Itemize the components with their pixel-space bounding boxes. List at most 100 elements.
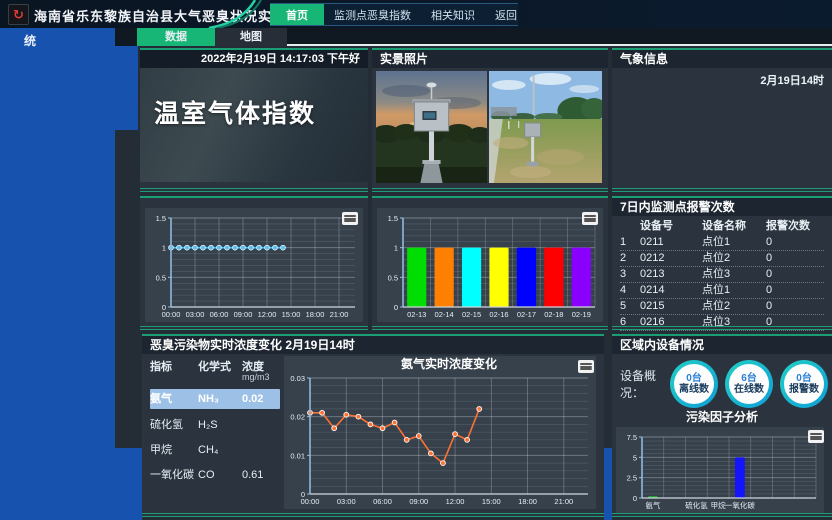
device-name: 点位2 bbox=[702, 251, 766, 266]
row-index: 4 bbox=[620, 283, 640, 298]
datetime-display: 2022年2月19日 14:17:03 下午好 bbox=[140, 50, 368, 68]
svg-text:氨气: 氨气 bbox=[645, 500, 660, 510]
indicator-formula: NH₃ bbox=[198, 389, 242, 409]
nav-item-back[interactable]: 返回 bbox=[485, 4, 527, 25]
table-row[interactable]: 1 0211 点位1 0 bbox=[620, 235, 824, 251]
alarm-table: 设备号 设备名称 报警次数 1 0211 点位1 0 2 0212 点位2 0 … bbox=[612, 216, 832, 331]
device-id: 0212 bbox=[640, 251, 702, 266]
svg-text:硫化氢: 硫化氢 bbox=[685, 500, 708, 510]
chart-toolbox-icon[interactable] bbox=[582, 212, 598, 225]
svg-text:15:00: 15:00 bbox=[282, 310, 301, 319]
chart-toolbox-icon[interactable] bbox=[578, 360, 594, 373]
col-index bbox=[620, 218, 640, 235]
svg-text:03:00: 03:00 bbox=[186, 310, 205, 319]
device-name: 点位3 bbox=[702, 315, 766, 330]
alarm-count: 0 bbox=[766, 267, 824, 282]
nav-item-home[interactable]: 首页 bbox=[270, 4, 324, 25]
svg-text:1: 1 bbox=[162, 244, 166, 253]
site-photos bbox=[372, 68, 608, 186]
alarm-table-title: 7日内监测点报警次数 bbox=[612, 198, 832, 216]
svg-text:1.5: 1.5 bbox=[156, 214, 166, 223]
pollution-chart-wrap: 氨气硫化氢甲烷一氧化碳02.557.5 bbox=[616, 427, 828, 513]
svg-text:02-14: 02-14 bbox=[435, 310, 454, 319]
device-id: 0215 bbox=[640, 299, 702, 314]
svg-text:02-18: 02-18 bbox=[544, 310, 563, 319]
device-name: 点位1 bbox=[702, 283, 766, 298]
indicator-formula: CO bbox=[198, 465, 242, 485]
alarm-count: 0 bbox=[766, 251, 824, 266]
table-row[interactable]: 6 0216 点位3 0 bbox=[620, 315, 824, 331]
svg-text:0.02: 0.02 bbox=[290, 413, 305, 422]
svg-text:一氧化碳: 一氧化碳 bbox=[725, 500, 755, 510]
table-row[interactable]: 4 0214 点位1 0 bbox=[620, 283, 824, 299]
device-name: 点位2 bbox=[702, 299, 766, 314]
odor-table: 指标 化学式 浓度 mg/m3 氨气 NH₃ 0.02 硫化氢 H₂S bbox=[142, 354, 284, 509]
table-row[interactable]: 2 0212 点位2 0 bbox=[620, 251, 824, 267]
row-index: 2 bbox=[620, 251, 640, 266]
tab-map[interactable]: 地图 bbox=[215, 28, 287, 46]
chart-toolbox-icon[interactable] bbox=[808, 430, 824, 443]
device-overview-label: 设备概况： bbox=[620, 367, 663, 401]
offline-label: 离线数 bbox=[679, 384, 709, 395]
svg-text:0.5: 0.5 bbox=[156, 273, 166, 282]
odor-row-h2s[interactable]: 硫化氢 H₂S bbox=[150, 415, 280, 435]
weather-panel: 气象信息 2月19日14时 bbox=[612, 48, 832, 192]
alarm-count: 0 bbox=[766, 315, 824, 330]
dashboard-root: ↻ 海南省乐东黎族自治县大气恶臭状况实时发布系 首页 监测点恶臭指数 相关知识 … bbox=[0, 0, 832, 520]
tab-data-label: 数据 bbox=[165, 31, 187, 43]
greenhouse-index-chart: 00:0003:0006:0009:0012:0015:0018:0021:00… bbox=[145, 208, 363, 322]
indicator-value: 0.61 bbox=[242, 465, 280, 485]
svg-text:02-19: 02-19 bbox=[572, 310, 591, 319]
online-count-circle: 6台 在线数 bbox=[725, 360, 773, 408]
alarm-label: 报警数 bbox=[789, 384, 819, 395]
svg-text:09:00: 09:00 bbox=[409, 497, 428, 506]
svg-text:06:00: 06:00 bbox=[373, 497, 392, 506]
svg-text:0.01: 0.01 bbox=[290, 451, 305, 460]
svg-text:0.03: 0.03 bbox=[290, 374, 305, 383]
tab-underline bbox=[287, 44, 832, 46]
odor-panel-body: 指标 化学式 浓度 mg/m3 氨气 NH₃ 0.02 硫化氢 H₂S bbox=[142, 354, 604, 509]
tab-data[interactable]: 数据 bbox=[137, 28, 215, 46]
svg-text:0: 0 bbox=[633, 494, 637, 503]
index-trend-panel: 00:0003:0006:0009:0012:0015:0018:0021:00… bbox=[140, 196, 368, 330]
svg-text:03:00: 03:00 bbox=[337, 497, 356, 506]
svg-text:02-13: 02-13 bbox=[407, 310, 426, 319]
device-id: 0211 bbox=[640, 235, 702, 250]
indicator-formula: H₂S bbox=[198, 415, 242, 435]
swoosh-decoration bbox=[205, 0, 265, 28]
svg-text:1: 1 bbox=[394, 244, 398, 253]
svg-text:02-17: 02-17 bbox=[517, 310, 536, 319]
pollution-analysis-title: 污染因子分析 bbox=[612, 410, 832, 425]
indicator-name: 甲烷 bbox=[150, 440, 198, 460]
odor-row-ammonia[interactable]: 氨气 NH₃ 0.02 bbox=[150, 389, 280, 409]
indicator-value bbox=[242, 415, 280, 435]
alarm-table-panel: 7日内监测点报警次数 设备号 设备名称 报警次数 1 0211 点位1 0 2 … bbox=[612, 196, 832, 330]
svg-text:18:00: 18:00 bbox=[306, 310, 325, 319]
table-row[interactable]: 5 0215 点位2 0 bbox=[620, 299, 824, 315]
main-nav: 首页 监测点恶臭指数 相关知识 返回 bbox=[270, 3, 518, 26]
alarm-table-header: 设备号 设备名称 报警次数 bbox=[620, 218, 824, 235]
site-photos-title: 实景照片 bbox=[372, 50, 608, 68]
odor-table-header: 指标 化学式 浓度 bbox=[150, 358, 280, 372]
indicator-name: 硫化氢 bbox=[150, 415, 198, 435]
svg-text:0: 0 bbox=[301, 490, 305, 499]
col-alarm-count: 报警次数 bbox=[766, 218, 824, 235]
alarm-count: 0 bbox=[766, 299, 824, 314]
odor-row-ch4[interactable]: 甲烷 CH₄ bbox=[150, 440, 280, 460]
nav-item-knowledge[interactable]: 相关知识 bbox=[421, 4, 485, 25]
odor-row-co[interactable]: 一氧化碳 CO 0.61 bbox=[150, 465, 280, 485]
weather-date: 2月19日14时 bbox=[612, 68, 832, 92]
site-photo-right bbox=[489, 71, 602, 183]
indicator-value bbox=[242, 440, 280, 460]
indicator-name: 一氧化碳 bbox=[150, 465, 198, 485]
chart-toolbox-icon[interactable] bbox=[342, 212, 358, 225]
svg-text:18:00: 18:00 bbox=[518, 497, 537, 506]
device-name: 点位1 bbox=[702, 235, 766, 250]
offline-count: 0台 bbox=[686, 373, 702, 384]
table-row[interactable]: 3 0213 点位3 0 bbox=[620, 267, 824, 283]
svg-text:5: 5 bbox=[633, 453, 637, 462]
svg-text:0: 0 bbox=[394, 303, 398, 312]
online-count: 6台 bbox=[741, 373, 757, 384]
indicator-value: 0.02 bbox=[242, 389, 280, 409]
nav-item-odor-index[interactable]: 监测点恶臭指数 bbox=[324, 4, 421, 25]
